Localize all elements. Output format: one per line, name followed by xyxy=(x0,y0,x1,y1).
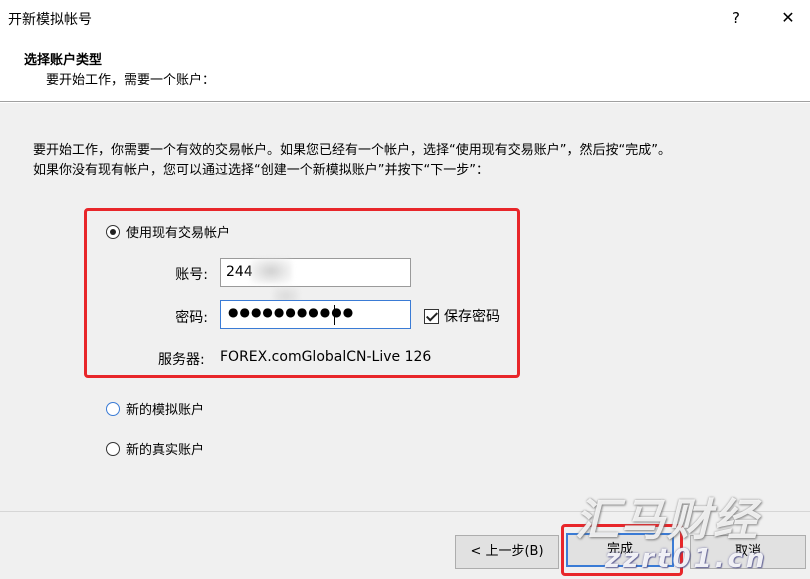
highlight-box-finish xyxy=(561,524,683,576)
radio-unchecked-icon xyxy=(106,401,120,416)
header-title: 选择账户类型 xyxy=(24,53,103,68)
server-label: 服务器: xyxy=(158,352,205,368)
intro-line-1: 要开始工作，你需要一个有效的交易帐户。如果您已经有一个帐户，选择“使用现有交易账… xyxy=(33,143,671,158)
header-subtitle: 要开始工作，需要一个账户： xyxy=(46,73,216,88)
save-password-checkbox[interactable]: 保存密码 xyxy=(424,306,500,326)
wizard-footer xyxy=(0,511,810,579)
password-label: 密码: xyxy=(175,310,208,326)
intro-text: 要开始工作，你需要一个有效的交易帐户。如果您已经有一个帐户，选择“使用现有交易账… xyxy=(33,141,803,181)
radio-existing-label: 使用现有交易帐户 xyxy=(126,226,231,241)
window-title: 开新模拟帐号 xyxy=(8,12,92,28)
close-button[interactable]: ✕ xyxy=(772,4,804,32)
save-password-label: 保存密码 xyxy=(444,309,500,325)
server-value: FOREX.comGlobalCN-Live 126 xyxy=(220,349,432,365)
back-button[interactable]: < 上一步(B) xyxy=(455,535,559,569)
radio-real-account[interactable]: 新的真实账户 xyxy=(106,439,204,458)
radio-existing-account[interactable]: 使用现有交易帐户 xyxy=(106,222,230,241)
title-bar: 开新模拟帐号 ? ✕ xyxy=(0,0,810,38)
radio-unchecked-icon xyxy=(106,441,120,456)
radio-checked-icon xyxy=(106,224,120,239)
account-value: 244 xyxy=(226,264,253,280)
wizard-header: 选择账户类型 要开始工作，需要一个账户： xyxy=(0,38,810,102)
checkbox-checked-icon xyxy=(424,308,439,324)
help-button[interactable]: ? xyxy=(722,4,750,32)
radio-demo-label: 新的模拟账户 xyxy=(126,403,205,418)
password-mask: ●●●●●●●●●●● xyxy=(228,305,355,319)
radio-real-label: 新的真实账户 xyxy=(126,443,205,458)
blur-redaction xyxy=(250,258,292,284)
intro-line-2: 如果你没有现有帐户，您可以通过选择“创建一个新模拟账户”并按下“下一步”： xyxy=(33,163,489,178)
radio-demo-account[interactable]: 新的模拟账户 xyxy=(106,399,204,418)
cancel-button[interactable]: 取消 xyxy=(690,535,806,569)
account-label: 账号: xyxy=(175,267,208,283)
text-caret xyxy=(334,305,335,325)
account-input[interactable]: 244 xyxy=(220,258,411,287)
